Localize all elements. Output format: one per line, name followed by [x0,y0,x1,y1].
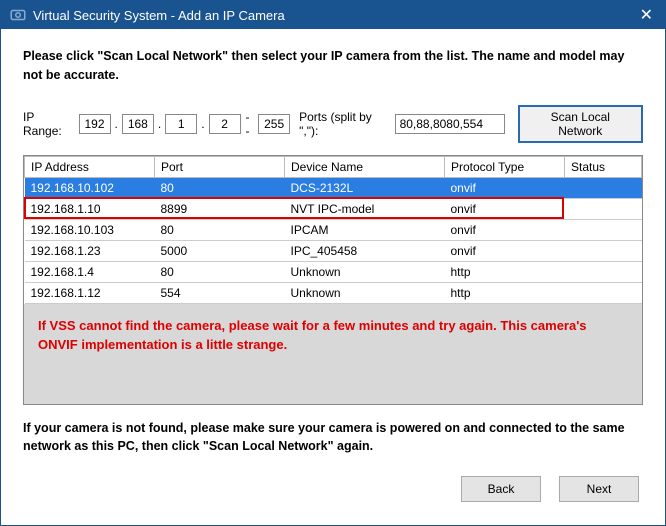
cell-status [565,282,642,303]
col-header-port[interactable]: Port [155,156,285,177]
ip-octet-3[interactable] [165,114,197,134]
cell-ip: 192.168.1.10 [25,198,155,219]
content-area: Please click "Scan Local Network" then s… [1,29,665,512]
cell-ip: 192.168.10.103 [25,219,155,240]
cell-ip: 192.168.1.4 [25,261,155,282]
footer-buttons: Back Next [23,476,643,502]
next-button[interactable]: Next [559,476,639,502]
titlebar: Virtual Security System - Add an IP Came… [1,1,665,29]
dot: . [114,117,119,131]
ip-octet-1[interactable] [79,114,111,134]
cell-status [565,261,642,282]
cell-proto: onvif [445,240,565,261]
ip-octet-4-start[interactable] [209,114,241,134]
cell-device: Unknown [285,282,445,303]
instruction-text: Please click "Scan Local Network" then s… [23,47,643,85]
footer-instruction: If your camera is not found, please make… [23,419,643,457]
cell-proto: http [445,282,565,303]
cell-device: NVT IPC-model [285,198,445,219]
cell-status [565,240,642,261]
dot: . [200,117,205,131]
ports-label: Ports (split by ","): [299,110,389,138]
col-header-ip[interactable]: IP Address [25,156,155,177]
col-header-proto[interactable]: Protocol Type [445,156,565,177]
table-row[interactable]: 192.168.10.10280DCS-2132Lonvif [25,177,642,198]
cell-status [565,177,642,198]
col-header-status[interactable]: Status [565,156,642,177]
cell-proto: onvif [445,219,565,240]
cell-port: 80 [155,219,285,240]
table-header-row: IP Address Port Device Name Protocol Typ… [25,156,642,177]
cell-ip: 192.168.10.102 [25,177,155,198]
cell-ip: 192.168.1.23 [25,240,155,261]
close-icon[interactable]: ✕ [636,5,657,25]
cell-port: 80 [155,177,285,198]
camera-table: IP Address Port Device Name Protocol Typ… [24,156,642,304]
ip-range-row: IP Range: . . . -- Ports (split by ","):… [23,105,643,143]
cell-port: 554 [155,282,285,303]
note-area: If VSS cannot find the camera, please wa… [24,304,642,363]
range-separator: -- [244,110,256,138]
dot: . [157,117,162,131]
cell-proto: onvif [445,198,565,219]
ip-octet-2[interactable] [122,114,154,134]
ip-range-label: IP Range: [23,110,74,138]
ip-octet-4-end[interactable] [258,114,290,134]
cell-device: Unknown [285,261,445,282]
table-row[interactable]: 192.168.1.12554Unknownhttp [25,282,642,303]
window-title: Virtual Security System - Add an IP Came… [33,8,636,23]
camera-table-container: IP Address Port Device Name Protocol Typ… [23,155,643,405]
cell-status [565,198,642,219]
col-header-device[interactable]: Device Name [285,156,445,177]
cell-device: DCS-2132L [285,177,445,198]
table-row[interactable]: 192.168.1.480Unknownhttp [25,261,642,282]
table-row[interactable]: 192.168.1.108899NVT IPC-modelonvif [25,198,642,219]
cell-proto: http [445,261,565,282]
table-row[interactable]: 192.168.1.235000IPC_405458onvif [25,240,642,261]
cell-device: IPCAM [285,219,445,240]
back-button[interactable]: Back [461,476,541,502]
app-icon [9,6,27,24]
cell-proto: onvif [445,177,565,198]
cell-device: IPC_405458 [285,240,445,261]
cell-status [565,219,642,240]
ports-input[interactable] [395,114,505,134]
cell-ip: 192.168.1.12 [25,282,155,303]
cell-port: 8899 [155,198,285,219]
scan-local-network-button[interactable]: Scan Local Network [518,105,643,143]
warning-note: If VSS cannot find the camera, please wa… [38,316,628,355]
cell-port: 5000 [155,240,285,261]
cell-port: 80 [155,261,285,282]
table-row[interactable]: 192.168.10.10380IPCAMonvif [25,219,642,240]
